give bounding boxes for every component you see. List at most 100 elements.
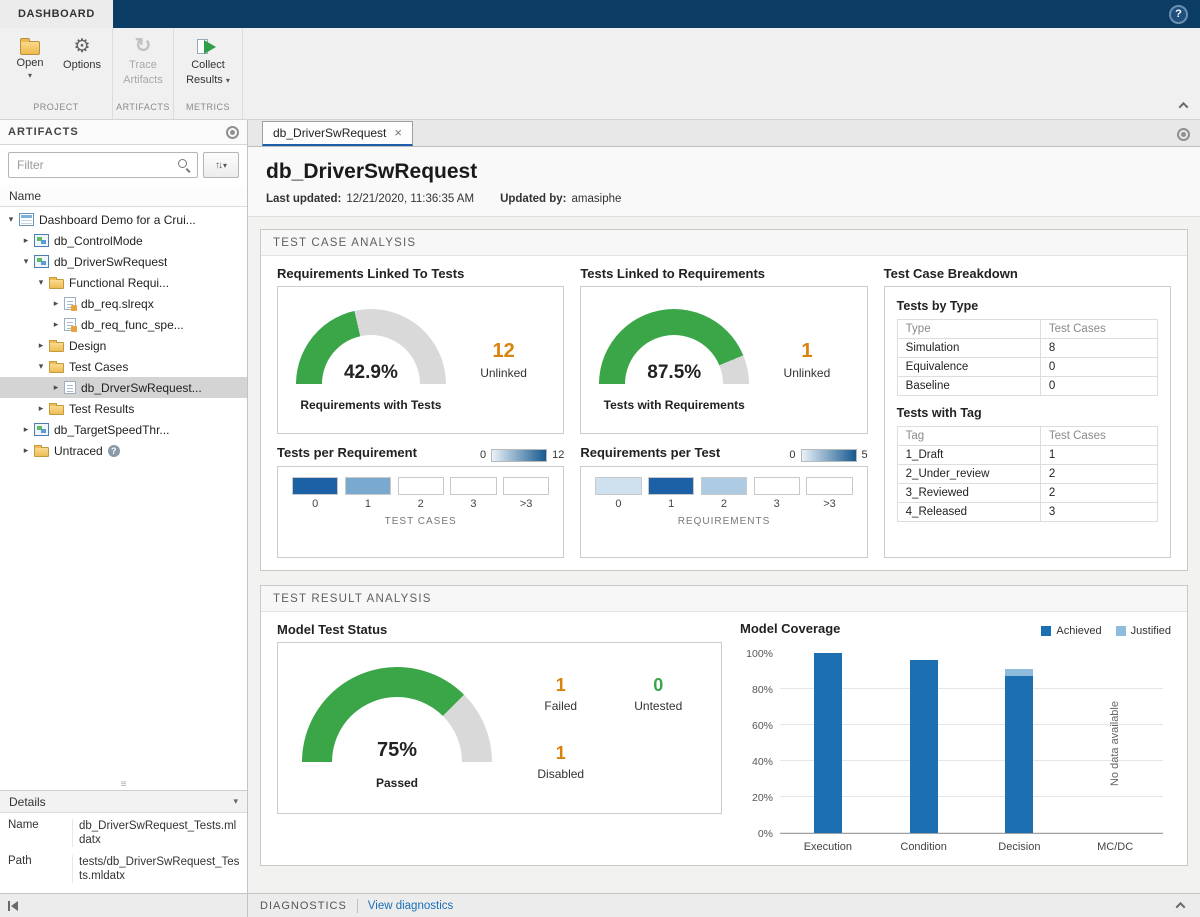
card-model-test-status: 75% Passed 1 Failed 0 bbox=[277, 642, 722, 814]
report-header: db_DriverSwRequest Last updated:12/21/20… bbox=[248, 147, 1200, 217]
tree-item-functional-requirements[interactable]: ▾ Functional Requi... bbox=[0, 272, 247, 293]
card-requirements-per-test: 0 1 2 3 >3 REQUIREMENTS bbox=[580, 466, 867, 558]
expand-diagnostics-icon[interactable] bbox=[1172, 902, 1188, 909]
disabled-count: 1 bbox=[556, 743, 566, 764]
help-icon[interactable]: ? bbox=[1169, 5, 1188, 24]
untested-count: 0 bbox=[653, 675, 663, 696]
bin-label: >3 bbox=[520, 498, 533, 510]
collect-dropdown-caret-icon: ▾ bbox=[226, 76, 230, 85]
tree-item-db-req-func-spec[interactable]: ▸ db_req_func_spe... bbox=[0, 314, 247, 335]
statusbar: DIAGNOSTICS View diagnostics bbox=[0, 893, 1200, 917]
tree-item-test-cases[interactable]: ▾ Test Cases bbox=[0, 356, 247, 377]
card-title-breakdown: Test Case Breakdown bbox=[884, 266, 1171, 284]
histogram-bin[interactable] bbox=[806, 477, 852, 495]
dashboard-ribbon-tab[interactable]: DASHBOARD bbox=[0, 0, 113, 28]
test-file-icon bbox=[64, 381, 76, 394]
histogram-bin[interactable] bbox=[450, 477, 496, 495]
sort-button[interactable]: ↑↓ ▾ bbox=[203, 152, 239, 178]
justified-bar[interactable] bbox=[1005, 669, 1033, 676]
bin-label: 3 bbox=[774, 498, 780, 510]
updated-by-label: Updated by: bbox=[500, 193, 566, 205]
column-header: Tag bbox=[897, 427, 1040, 446]
achieved-bar[interactable] bbox=[814, 653, 842, 833]
dock-left-icon[interactable] bbox=[8, 901, 18, 911]
open-button[interactable]: Open ▾ bbox=[6, 36, 54, 79]
achieved-bar[interactable] bbox=[1005, 676, 1033, 833]
tree-item-db-req-slreqx[interactable]: ▸ db_req.slreqx bbox=[0, 293, 247, 314]
model-icon bbox=[34, 234, 49, 247]
card-title-reqs-per-test: Requirements per Test bbox=[580, 445, 720, 463]
splitter-handle[interactable]: ≡ bbox=[0, 780, 247, 790]
trace-refresh-icon: ↻ bbox=[135, 36, 152, 57]
tree-item-db-driverswrequest-tests[interactable]: ▸ db_DrverSwRequest... bbox=[0, 377, 247, 398]
tree-item-db-targetspeedthr[interactable]: ▸ db_TargetSpeedThr... bbox=[0, 419, 247, 440]
details-panel: Details ▾ Name db_DriverSwRequest_Tests.… bbox=[0, 790, 247, 893]
diagnostics-label: DIAGNOSTICS bbox=[260, 900, 347, 912]
collect-results-button[interactable]: Collect Results ▾ bbox=[180, 36, 236, 87]
x-label: MC/DC bbox=[1067, 841, 1163, 853]
tab-options-icon[interactable] bbox=[1177, 128, 1190, 141]
tree-item-untraced[interactable]: ▸ Untraced ? bbox=[0, 440, 247, 461]
bin-label: 1 bbox=[668, 498, 674, 510]
trace-button-label-1: Trace bbox=[129, 59, 157, 72]
tree-item-label: db_req.slreqx bbox=[81, 297, 154, 311]
close-icon[interactable]: × bbox=[394, 127, 402, 139]
expander-expanded-icon[interactable]: ▾ bbox=[4, 214, 18, 225]
tree-item-db-driverswrequest[interactable]: ▾ db_DriverSwRequest bbox=[0, 251, 247, 272]
main-area: db_DriverSwRequest × db_DriverSwRequest … bbox=[248, 120, 1200, 893]
histogram-bin[interactable] bbox=[398, 477, 444, 495]
scale-min: 0 bbox=[789, 449, 795, 461]
diagnostics-bar: DIAGNOSTICS View diagnostics bbox=[248, 894, 1200, 917]
tree-item-test-results[interactable]: ▸ Test Results bbox=[0, 398, 247, 419]
stat-untested: 0 Untested bbox=[610, 675, 708, 713]
table-row: Simulation8 bbox=[897, 339, 1157, 358]
view-diagnostics-link[interactable]: View diagnostics bbox=[368, 900, 453, 912]
artifacts-panel-header: ARTIFACTS bbox=[0, 120, 247, 145]
model-icon bbox=[34, 255, 49, 268]
last-updated-label: Last updated: bbox=[266, 193, 341, 205]
detail-row-path: Path tests/db_DriverSwRequest_Tests.mlda… bbox=[0, 851, 247, 887]
tab-db-driverswrequest[interactable]: db_DriverSwRequest × bbox=[262, 121, 413, 146]
detail-path-label: Path bbox=[0, 855, 72, 883]
tree-item-label: Test Results bbox=[69, 402, 134, 416]
tree-item-project[interactable]: ▾ Dashboard Demo for a Crui... bbox=[0, 209, 247, 230]
histogram-bin[interactable] bbox=[595, 477, 641, 495]
tree-item-db-controlmode[interactable]: ▸ db_ControlMode bbox=[0, 230, 247, 251]
expander-collapsed-icon[interactable]: ▸ bbox=[19, 424, 33, 435]
trace-artifacts-button[interactable]: ↻ Trace Artifacts bbox=[119, 36, 167, 87]
expander-expanded-icon[interactable]: ▾ bbox=[34, 277, 48, 288]
details-collapse-icon[interactable]: ▾ bbox=[233, 798, 238, 805]
expander-collapsed-icon[interactable]: ▸ bbox=[19, 445, 33, 456]
histogram-bin[interactable] bbox=[345, 477, 391, 495]
options-button[interactable]: ⚙ Options bbox=[58, 36, 106, 72]
expander-expanded-icon[interactable]: ▾ bbox=[34, 361, 48, 372]
histogram-bin[interactable] bbox=[292, 477, 338, 495]
histogram-bin[interactable] bbox=[701, 477, 747, 495]
expander-collapsed-icon[interactable]: ▸ bbox=[34, 340, 48, 351]
ribbon-collapse-icon[interactable] bbox=[1176, 99, 1190, 111]
filter-input[interactable] bbox=[8, 152, 198, 178]
open-dropdown-caret-icon[interactable]: ▾ bbox=[28, 72, 32, 79]
expander-collapsed-icon[interactable]: ▸ bbox=[49, 298, 63, 309]
card-test-case-breakdown: Tests by Type Type Test Cases Simulation… bbox=[884, 286, 1171, 558]
histogram-bin[interactable] bbox=[754, 477, 800, 495]
gauge-percent: 42.9% bbox=[296, 362, 446, 384]
expander-collapsed-icon[interactable]: ▸ bbox=[49, 319, 63, 330]
untraced-help-icon[interactable]: ? bbox=[108, 445, 120, 457]
expander-collapsed-icon[interactable]: ▸ bbox=[49, 382, 63, 393]
trace-button-label-2: Artifacts bbox=[123, 74, 163, 87]
bin-label: 0 bbox=[312, 498, 318, 510]
panel-options-icon[interactable] bbox=[226, 126, 239, 139]
histogram-bin[interactable] bbox=[503, 477, 549, 495]
expander-collapsed-icon[interactable]: ▸ bbox=[34, 403, 48, 414]
histogram-bin[interactable] bbox=[648, 477, 694, 495]
unlinked-label: Unlinked bbox=[784, 366, 831, 380]
color-scale-legend: 0 12 bbox=[480, 449, 564, 462]
expander-expanded-icon[interactable]: ▾ bbox=[19, 256, 33, 267]
bar-column-decision bbox=[972, 654, 1068, 833]
tree-item-design[interactable]: ▸ Design bbox=[0, 335, 247, 356]
expander-collapsed-icon[interactable]: ▸ bbox=[19, 235, 33, 246]
details-panel-header[interactable]: Details ▾ bbox=[0, 791, 247, 813]
column-header: Test Cases bbox=[1040, 320, 1157, 339]
achieved-bar[interactable] bbox=[910, 660, 938, 833]
